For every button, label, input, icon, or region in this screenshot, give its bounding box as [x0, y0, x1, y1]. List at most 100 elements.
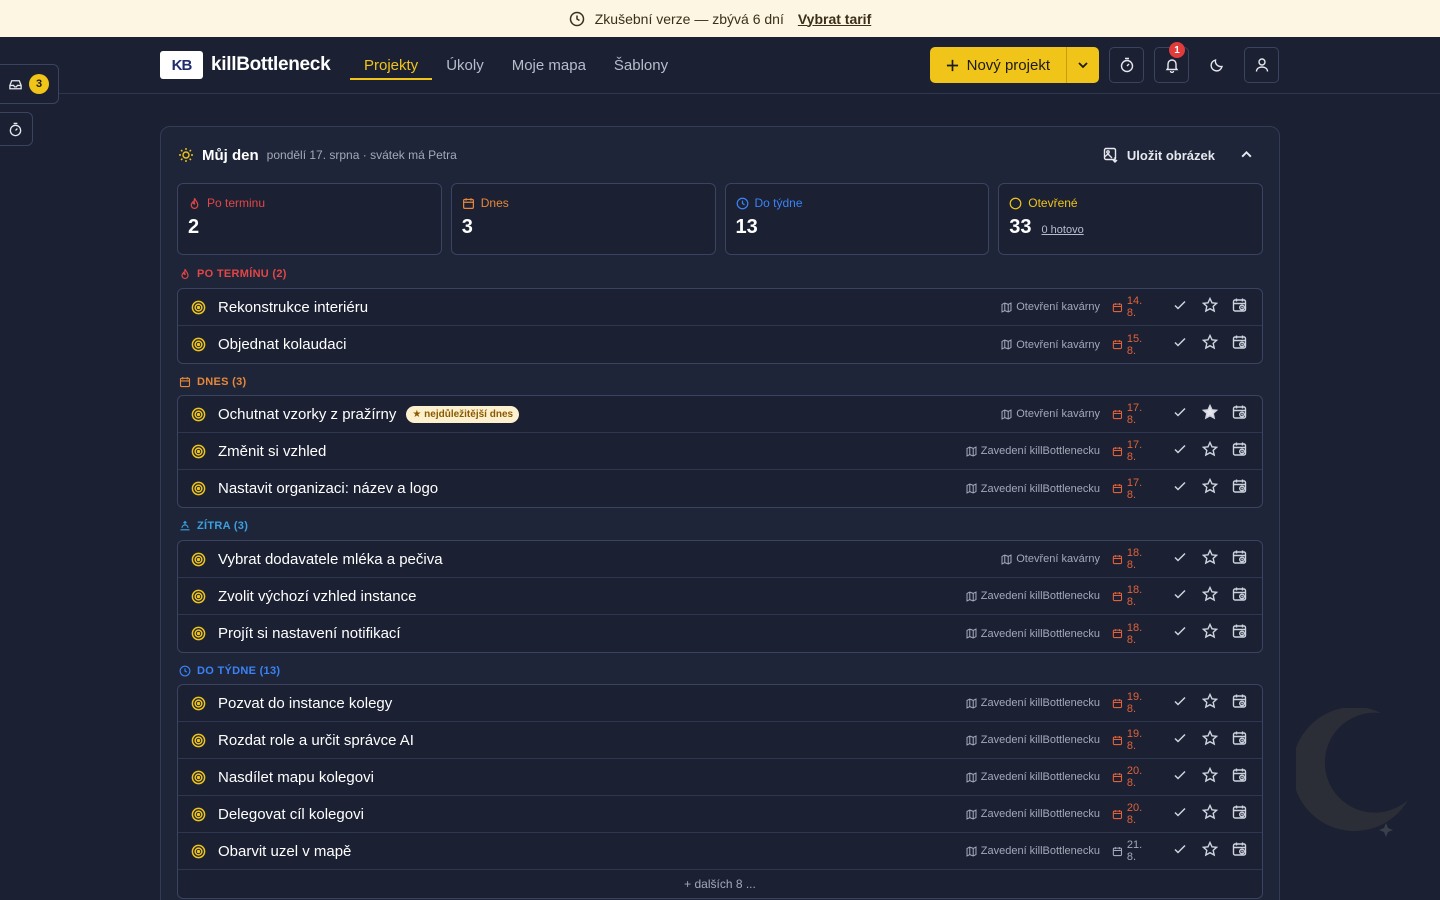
reschedule-button[interactable]: [1232, 404, 1248, 425]
task-project[interactable]: Zavedení killBottlenecku: [966, 771, 1100, 783]
complete-button[interactable]: [1172, 804, 1188, 825]
star-button[interactable]: [1201, 766, 1219, 788]
star-icon[interactable]: [1201, 296, 1219, 313]
complete-button[interactable]: [1172, 549, 1188, 570]
reschedule-icon[interactable]: [1232, 586, 1248, 602]
reschedule-icon[interactable]: [1232, 549, 1248, 565]
reschedule-button[interactable]: [1232, 623, 1248, 644]
task-name[interactable]: Delegovat cíl kolegovi: [218, 806, 364, 823]
task-name[interactable]: Objednat kolaudaci: [218, 336, 346, 353]
reschedule-button[interactable]: [1232, 767, 1248, 788]
stat-today[interactable]: Dnes 3: [450, 183, 716, 255]
reschedule-icon[interactable]: [1232, 478, 1248, 494]
task-row[interactable]: Vybrat dodavatele mléka a pečiva Otevření…: [178, 541, 1262, 578]
choose-plan-link[interactable]: Vybrat tarif: [798, 11, 871, 27]
new-project-dropdown[interactable]: [1066, 47, 1099, 83]
reschedule-button[interactable]: [1232, 478, 1248, 499]
check-icon[interactable]: [1172, 334, 1188, 350]
reschedule-icon[interactable]: [1232, 804, 1248, 820]
task-project[interactable]: Zavedení killBottlenecku: [966, 483, 1100, 495]
task-name[interactable]: Rozdat role a určit správce AI: [218, 732, 414, 749]
stat-this-week[interactable]: Do týdne 13: [724, 183, 990, 255]
nav-templates[interactable]: Šablony: [600, 37, 682, 94]
reschedule-icon[interactable]: [1232, 297, 1248, 313]
task-project[interactable]: Zavedení killBottlenecku: [966, 628, 1100, 640]
task-name[interactable]: Změnit si vzhled: [218, 443, 326, 460]
task-project[interactable]: Otevření kavárny: [1001, 301, 1100, 313]
user-menu-button[interactable]: [1244, 47, 1279, 83]
chevron-up-icon[interactable]: [1240, 148, 1253, 161]
check-icon[interactable]: [1172, 767, 1188, 783]
task-row[interactable]: Rozdat role a určit správce AI Zavedení k…: [178, 722, 1262, 759]
reschedule-icon[interactable]: [1232, 841, 1248, 857]
complete-button[interactable]: [1172, 841, 1188, 862]
task-row[interactable]: Projít si nastavení notifikací Zavedení k…: [178, 615, 1262, 652]
task-name[interactable]: Nastavit organizaci: název a logo: [218, 480, 438, 497]
notifications-button[interactable]: 1: [1154, 42, 1189, 83]
reschedule-icon[interactable]: [1232, 334, 1248, 350]
check-icon[interactable]: [1172, 623, 1188, 639]
check-icon[interactable]: [1172, 586, 1188, 602]
nav-projects[interactable]: Projekty: [350, 37, 433, 94]
star-button[interactable]: [1201, 440, 1219, 462]
star-icon[interactable]: [1201, 403, 1219, 420]
task-row[interactable]: Pozvat do instance kolegy Zavedení killBo…: [178, 685, 1262, 722]
task-name[interactable]: Nasdílet mapu kolegovi: [218, 769, 374, 786]
task-row[interactable]: Ochutnat vzorky z pražírny ★ nejdůležitěj…: [178, 396, 1262, 433]
reschedule-icon[interactable]: [1232, 767, 1248, 783]
reschedule-button[interactable]: [1232, 297, 1248, 318]
task-project[interactable]: Zavedení killBottlenecku: [966, 845, 1100, 857]
reschedule-button[interactable]: [1232, 441, 1248, 462]
task-row[interactable]: Změnit si vzhled Zavedení killBottlenecku…: [178, 433, 1262, 470]
star-button[interactable]: [1201, 692, 1219, 714]
task-name[interactable]: Obarvit uzel v mapě: [218, 843, 351, 860]
check-icon[interactable]: [1172, 693, 1188, 709]
task-row[interactable]: Rekonstrukce interiéru Otevření kavárny 14…: [178, 289, 1262, 326]
check-icon[interactable]: [1172, 804, 1188, 820]
task-row[interactable]: Zvolit výchozí vzhled instance Zavedení k…: [178, 578, 1262, 615]
reschedule-icon[interactable]: [1232, 623, 1248, 639]
complete-button[interactable]: [1172, 730, 1188, 751]
task-project[interactable]: Zavedení killBottlenecku: [966, 808, 1100, 820]
reschedule-button[interactable]: [1232, 334, 1248, 355]
reschedule-button[interactable]: [1232, 730, 1248, 751]
task-row[interactable]: Nasdílet mapu kolegovi Zavedení killBottl…: [178, 759, 1262, 796]
star-button[interactable]: [1201, 803, 1219, 825]
star-icon[interactable]: [1201, 477, 1219, 494]
check-icon[interactable]: [1172, 730, 1188, 746]
done-count-link[interactable]: 0 hotovo: [1042, 224, 1084, 236]
star-icon[interactable]: [1201, 766, 1219, 783]
reschedule-button[interactable]: [1232, 693, 1248, 714]
complete-button[interactable]: [1172, 586, 1188, 607]
star-button[interactable]: [1201, 622, 1219, 644]
star-icon[interactable]: [1201, 692, 1219, 709]
new-project-main[interactable]: Nový projekt: [930, 47, 1066, 83]
task-name[interactable]: Vybrat dodavatele mléka a pečiva: [218, 551, 443, 568]
reschedule-button[interactable]: [1232, 804, 1248, 825]
complete-button[interactable]: [1172, 767, 1188, 788]
star-icon[interactable]: [1201, 548, 1219, 565]
star-button[interactable]: [1201, 548, 1219, 570]
star-icon[interactable]: [1201, 333, 1219, 350]
reschedule-button[interactable]: [1232, 841, 1248, 862]
star-button[interactable]: [1201, 840, 1219, 862]
star-icon[interactable]: [1201, 585, 1219, 602]
reschedule-button[interactable]: [1232, 586, 1248, 607]
nav-tasks[interactable]: Úkoly: [432, 37, 498, 94]
stat-overdue[interactable]: Po terminu 2: [177, 183, 442, 255]
dark-mode-toggle[interactable]: [1199, 47, 1234, 83]
star-button[interactable]: [1201, 296, 1219, 318]
task-name[interactable]: Rekonstrukce interiéru: [218, 299, 368, 316]
task-project[interactable]: Zavedení killBottlenecku: [966, 697, 1100, 709]
star-icon[interactable]: [1201, 440, 1219, 457]
reschedule-icon[interactable]: [1232, 441, 1248, 457]
task-row[interactable]: Objednat kolaudaci Otevření kavárny 15. 8.: [178, 326, 1262, 363]
timer-button[interactable]: [1109, 47, 1144, 83]
check-icon[interactable]: [1172, 841, 1188, 857]
complete-button[interactable]: [1172, 623, 1188, 644]
inbox-side-tab[interactable]: 3: [0, 64, 59, 104]
task-project[interactable]: Otevření kavárny: [1001, 553, 1100, 565]
new-project-button[interactable]: Nový projekt: [929, 47, 1099, 83]
check-icon[interactable]: [1172, 478, 1188, 494]
reschedule-icon[interactable]: [1232, 404, 1248, 420]
